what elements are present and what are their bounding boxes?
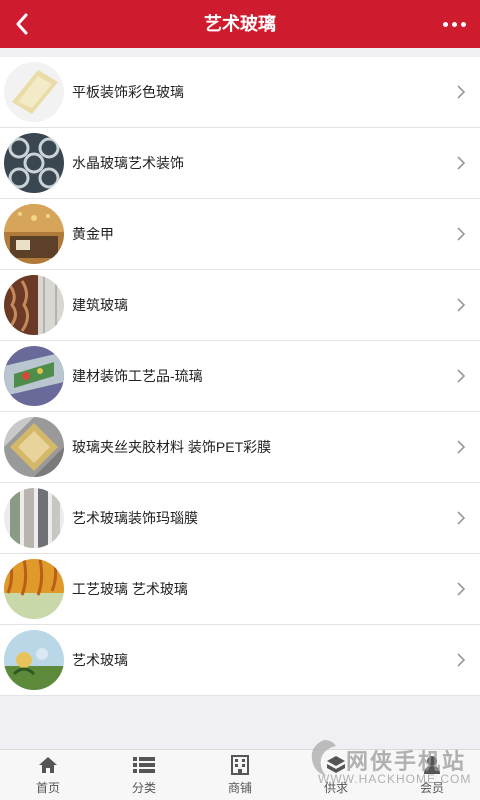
thumb-9 bbox=[4, 630, 64, 690]
thumb-8 bbox=[4, 559, 64, 619]
more-button[interactable] bbox=[438, 12, 470, 36]
chevron-right-icon bbox=[450, 153, 470, 173]
chevron-right-icon bbox=[450, 508, 470, 528]
tab-home[interactable]: 首页 bbox=[0, 750, 96, 800]
item-label: 艺术玻璃装饰玛瑙膜 bbox=[72, 510, 198, 526]
list-item[interactable]: 黄金甲 bbox=[0, 199, 480, 270]
building-icon bbox=[229, 754, 251, 776]
list-item[interactable]: 玻璃夹丝夹胶材料 装饰PET彩膜 bbox=[0, 412, 480, 483]
tab-shop[interactable]: 商铺 bbox=[192, 750, 288, 800]
thumb-2 bbox=[4, 133, 64, 193]
item-label: 建筑玻璃 bbox=[72, 297, 128, 313]
chevron-right-icon bbox=[450, 82, 470, 102]
item-label: 工艺玻璃 艺术玻璃 bbox=[72, 581, 188, 597]
item-label: 玻璃夹丝夹胶材料 装饰PET彩膜 bbox=[72, 439, 272, 455]
category-list: 平板装饰彩色玻璃 水晶玻璃艺术装饰 黄金甲 建筑玻璃 建材装饰工艺品-琉璃 玻璃… bbox=[0, 57, 480, 696]
user-icon bbox=[421, 754, 443, 776]
thumb-6 bbox=[4, 417, 64, 477]
tab-supply[interactable]: 供求 bbox=[288, 750, 384, 800]
supply-icon bbox=[325, 754, 347, 776]
tab-supply-label: 供求 bbox=[323, 781, 348, 795]
bottom-tab-bar: 首页 分类 商铺 供求 会员 bbox=[0, 749, 480, 800]
list-item[interactable]: 艺术玻璃装饰玛瑙膜 bbox=[0, 483, 480, 554]
thumb-4 bbox=[4, 275, 64, 335]
thumb-5 bbox=[4, 346, 64, 406]
tab-category[interactable]: 分类 bbox=[96, 750, 192, 800]
chevron-right-icon bbox=[450, 579, 470, 599]
list-item[interactable]: 平板装饰彩色玻璃 bbox=[0, 57, 480, 128]
chevron-right-icon bbox=[450, 295, 470, 315]
tab-category-label: 分类 bbox=[131, 781, 156, 795]
list-item[interactable]: 水晶玻璃艺术装饰 bbox=[0, 128, 480, 199]
chevron-right-icon bbox=[450, 650, 470, 670]
list-icon bbox=[133, 754, 155, 776]
thumb-1 bbox=[4, 62, 64, 122]
thumb-3 bbox=[4, 204, 64, 264]
list-item[interactable]: 艺术玻璃 bbox=[0, 625, 480, 696]
tab-member-label: 会员 bbox=[419, 781, 444, 795]
tab-shop-label: 商铺 bbox=[227, 781, 252, 795]
tab-member[interactable]: 会员 bbox=[384, 750, 480, 800]
list-item[interactable]: 建筑玻璃 bbox=[0, 270, 480, 341]
app-header: 艺术玻璃 bbox=[0, 0, 480, 48]
item-label: 艺术玻璃 bbox=[72, 652, 128, 668]
list-item[interactable]: 工艺玻璃 艺术玻璃 bbox=[0, 554, 480, 625]
thumb-7 bbox=[4, 488, 64, 548]
chevron-right-icon bbox=[450, 366, 470, 386]
home-icon bbox=[37, 754, 59, 776]
item-label: 黄金甲 bbox=[72, 226, 114, 242]
more-dots-icon bbox=[442, 21, 448, 27]
page-title: 艺术玻璃 bbox=[204, 14, 276, 34]
item-label: 水晶玻璃艺术装饰 bbox=[72, 155, 184, 171]
item-label: 建材装饰工艺品-琉璃 bbox=[72, 368, 203, 384]
chevron-right-icon bbox=[450, 224, 470, 244]
chevron-right-icon bbox=[450, 437, 470, 457]
list-item[interactable]: 建材装饰工艺品-琉璃 bbox=[0, 341, 480, 412]
item-label: 平板装饰彩色玻璃 bbox=[72, 84, 184, 100]
tab-home-label: 首页 bbox=[35, 781, 60, 795]
